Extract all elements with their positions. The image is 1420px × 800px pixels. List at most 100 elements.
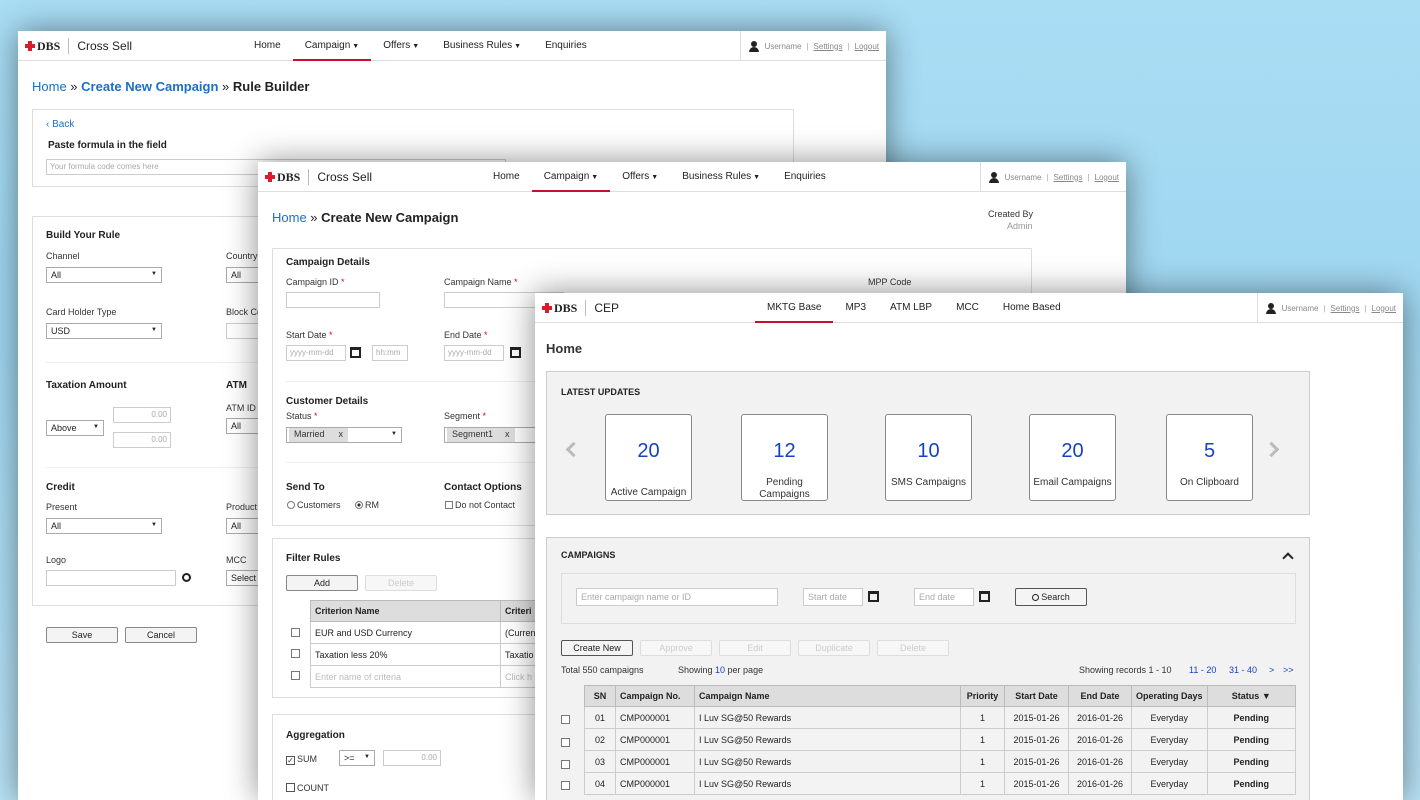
row-checkbox[interactable]	[291, 649, 300, 658]
row-checkbox[interactable]	[561, 715, 570, 724]
nav-mp3[interactable]: MP3	[833, 293, 878, 323]
nav-campaign[interactable]: Campaign ▼	[292, 31, 372, 61]
taxation-title: Taxation Amount	[46, 380, 127, 391]
settings-link[interactable]: Settings	[1054, 173, 1083, 182]
row-checkbox[interactable]	[561, 781, 570, 790]
end-date-input[interactable]: yyyy-mm-dd	[444, 345, 504, 361]
nav-home-based[interactable]: Home Based	[991, 293, 1073, 323]
channel-select[interactable]: All	[46, 267, 162, 283]
do-not-contact-checkbox[interactable]: Do not Contact	[445, 500, 515, 510]
nav-home[interactable]: Home	[242, 31, 293, 61]
calendar-icon[interactable]	[868, 591, 879, 602]
approve-button[interactable]: Approve	[640, 640, 712, 656]
dbs-logo: DBS Cross Sell	[25, 38, 133, 54]
tax-min-input[interactable]: 0.00	[113, 407, 171, 423]
logout-link[interactable]: Logout	[1095, 173, 1119, 182]
add-button[interactable]: Add	[286, 575, 358, 591]
page-link-31-40[interactable]: 31 - 40	[1229, 665, 1257, 675]
crumb-home[interactable]: Home	[32, 79, 67, 94]
back-link[interactable]: ‹ Back	[46, 119, 74, 130]
crumb-home[interactable]: Home	[272, 210, 307, 225]
campaign-id-input[interactable]	[286, 292, 380, 308]
filter-icon[interactable]: ▼	[1262, 691, 1271, 701]
search-button[interactable]: Search	[1015, 588, 1087, 606]
chevron-up-icon[interactable]	[1282, 552, 1294, 564]
chevron-right-icon[interactable]	[1263, 441, 1280, 458]
logout-link[interactable]: Logout	[855, 42, 879, 51]
status-column-header[interactable]: Status ▼	[1206, 685, 1297, 707]
card-sms-campaigns[interactable]: 10 SMS Campaigns	[885, 414, 972, 501]
send-rm-radio[interactable]: RM	[355, 500, 379, 510]
campaign-search-input[interactable]: Enter campaign name or ID	[576, 588, 778, 606]
logout-link[interactable]: Logout	[1372, 304, 1396, 313]
duplicate-button[interactable]: Duplicate	[798, 640, 870, 656]
delete-button[interactable]: Delete	[365, 575, 437, 591]
nav-mktg-base[interactable]: MKTG Base	[755, 293, 834, 323]
start-date-input[interactable]: Start date	[803, 588, 863, 606]
page-link-11-20[interactable]: 11 - 20	[1189, 665, 1216, 675]
cancel-button[interactable]: Cancel	[125, 627, 197, 643]
chevron-left-icon[interactable]	[565, 441, 582, 458]
nav-offers[interactable]: Offers ▼	[610, 162, 670, 192]
table-row[interactable]: 04 CMP000001 I Luv SG@50 Rewards 1 2015-01-2…	[584, 772, 1297, 795]
settings-link[interactable]: Settings	[814, 42, 843, 51]
settings-link[interactable]: Settings	[1331, 304, 1360, 313]
table-row[interactable]: 03 CMP000001 I Luv SG@50 Rewards 1 2015-01-2…	[584, 750, 1297, 773]
nav-business-rules[interactable]: Business Rules ▼	[431, 31, 533, 61]
nav-atm-lbp[interactable]: ATM LBP	[878, 293, 944, 323]
create-new-button[interactable]: Create New	[561, 640, 633, 656]
nav-enquiries[interactable]: Enquiries	[772, 162, 838, 192]
end-date-input[interactable]: End date	[914, 588, 974, 606]
row-checkbox[interactable]	[291, 671, 300, 680]
card-holder-select[interactable]: USD	[46, 323, 162, 339]
table-row[interactable]: 02 CMP000001 I Luv SG@50 Rewards 1 2015-01-2…	[584, 728, 1297, 751]
logo-input[interactable]	[46, 570, 176, 586]
table-row[interactable]: 01 CMP000001 I Luv SG@50 Rewards 1 2015-01-2…	[584, 706, 1297, 729]
created-by-label: Created By	[988, 209, 1034, 219]
start-time-input[interactable]: hh:mm	[372, 345, 408, 361]
card-pending-campaigns[interactable]: 12 Pending Campaigns	[741, 414, 828, 501]
app-name: Cross Sell	[77, 39, 133, 53]
search-icon[interactable]	[182, 573, 191, 582]
save-button[interactable]: Save	[46, 627, 118, 643]
row-checkbox[interactable]	[291, 628, 300, 637]
caret-down-icon: ▼	[651, 174, 659, 181]
sum-checkbox[interactable]: ✓ SUM	[286, 754, 317, 765]
send-customers-radio[interactable]: Customers	[287, 500, 341, 510]
user-box: Username | Settings | Logout	[739, 31, 886, 61]
close-icon[interactable]: x	[505, 429, 510, 439]
nav-business-rules[interactable]: Business Rules ▼	[670, 162, 772, 192]
present-select[interactable]: All	[46, 518, 162, 534]
calendar-icon[interactable]	[979, 591, 990, 602]
calendar-icon[interactable]	[350, 347, 361, 358]
paste-label: Paste formula in the field	[48, 140, 167, 151]
taxation-op-select[interactable]: Above	[46, 420, 104, 436]
user-box: Username | Settings | Logout	[1256, 293, 1403, 323]
sum-op-select[interactable]: >=	[339, 750, 375, 766]
count-checkbox[interactable]: COUNT	[286, 783, 329, 793]
calendar-icon[interactable]	[510, 347, 521, 358]
next-page-link[interactable]: >	[1269, 665, 1274, 675]
nav-campaign[interactable]: Campaign ▼	[531, 162, 611, 192]
nav-home[interactable]: Home	[481, 162, 532, 192]
nav-mcc[interactable]: MCC	[944, 293, 991, 323]
row-checkbox[interactable]	[561, 738, 570, 747]
page-size-link[interactable]: 10	[715, 665, 725, 675]
card-on-clipboard[interactable]: 5 On Clipboard	[1166, 414, 1253, 501]
edit-button[interactable]: Edit	[719, 640, 791, 656]
delete-button[interactable]: Delete	[877, 640, 949, 656]
start-date-input[interactable]: yyyy-mm-dd	[286, 345, 346, 361]
username: Username	[1004, 172, 1042, 182]
dbs-logo: DBS CEP	[542, 300, 619, 316]
sum-value-input[interactable]: 0.00	[383, 750, 441, 766]
tax-max-input[interactable]: 0.00	[113, 432, 171, 448]
card-active-campaign[interactable]: 20 Active Campaign	[605, 414, 692, 501]
last-page-link[interactable]: >>	[1283, 665, 1294, 675]
top-nav-bar: DBS Cross Sell Home Campaign ▼ Offers ▼ Bu…	[258, 162, 1126, 192]
nav-offers[interactable]: Offers ▼	[371, 31, 431, 61]
crumb-create-campaign[interactable]: Create New Campaign	[81, 79, 218, 94]
nav-enquiries[interactable]: Enquiries	[533, 31, 599, 61]
row-checkbox[interactable]	[561, 760, 570, 769]
card-email-campaigns[interactable]: 20 Email Campaigns	[1029, 414, 1116, 501]
close-icon[interactable]: x	[339, 429, 344, 439]
